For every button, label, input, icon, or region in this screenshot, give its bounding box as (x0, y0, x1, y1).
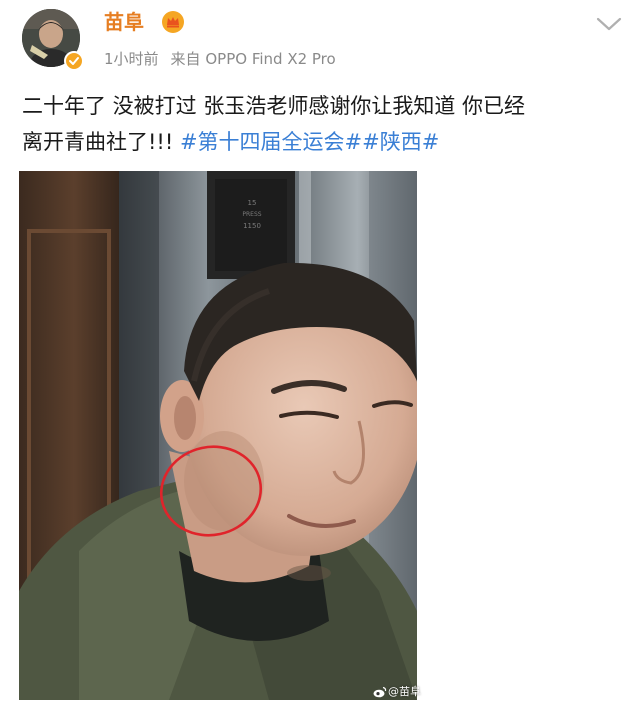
hashtag-quanyunhui[interactable]: #第十四届全运会# (180, 130, 362, 154)
hashtag-shaanxi[interactable]: #陕西# (362, 130, 439, 154)
source-device[interactable]: OPPO Find X2 Pro (205, 50, 335, 68)
post-text-line-2: 离开青曲社了!!! #第十四届全运会##陕西# (22, 124, 622, 160)
post-photo[interactable]: 15 PRESS 1150 (19, 171, 417, 700)
weibo-logo-icon (373, 686, 387, 698)
post-text: 二十年了 没被打过 张玉浩老师感谢你让我知道 你已经 离开青曲社了!!! #第十… (22, 88, 622, 160)
crown-icon (162, 11, 184, 33)
verified-check-icon (64, 51, 84, 71)
post-meta: 1小时前 来自 OPPO Find X2 Pro (104, 48, 336, 70)
svg-text:1150: 1150 (243, 222, 261, 230)
photo-watermark: @苗阜 (373, 683, 421, 699)
source-prefix: 来自 (170, 50, 201, 68)
watermark-text: @苗阜 (388, 685, 421, 698)
chevron-down-icon[interactable] (596, 16, 622, 32)
svg-text:15: 15 (248, 199, 257, 207)
post-header: 苗阜 1小时前 来自 OPPO Find X2 Pro (0, 0, 640, 84)
post-text-line-2-body: 离开青曲社了!!! (22, 130, 174, 154)
author-name[interactable]: 苗阜 (104, 8, 144, 36)
post-text-line-1: 二十年了 没被打过 张玉浩老师感谢你让我知道 你已经 (22, 94, 526, 118)
svg-text:PRESS: PRESS (242, 211, 261, 218)
post-time: 1小时前 (104, 50, 159, 68)
